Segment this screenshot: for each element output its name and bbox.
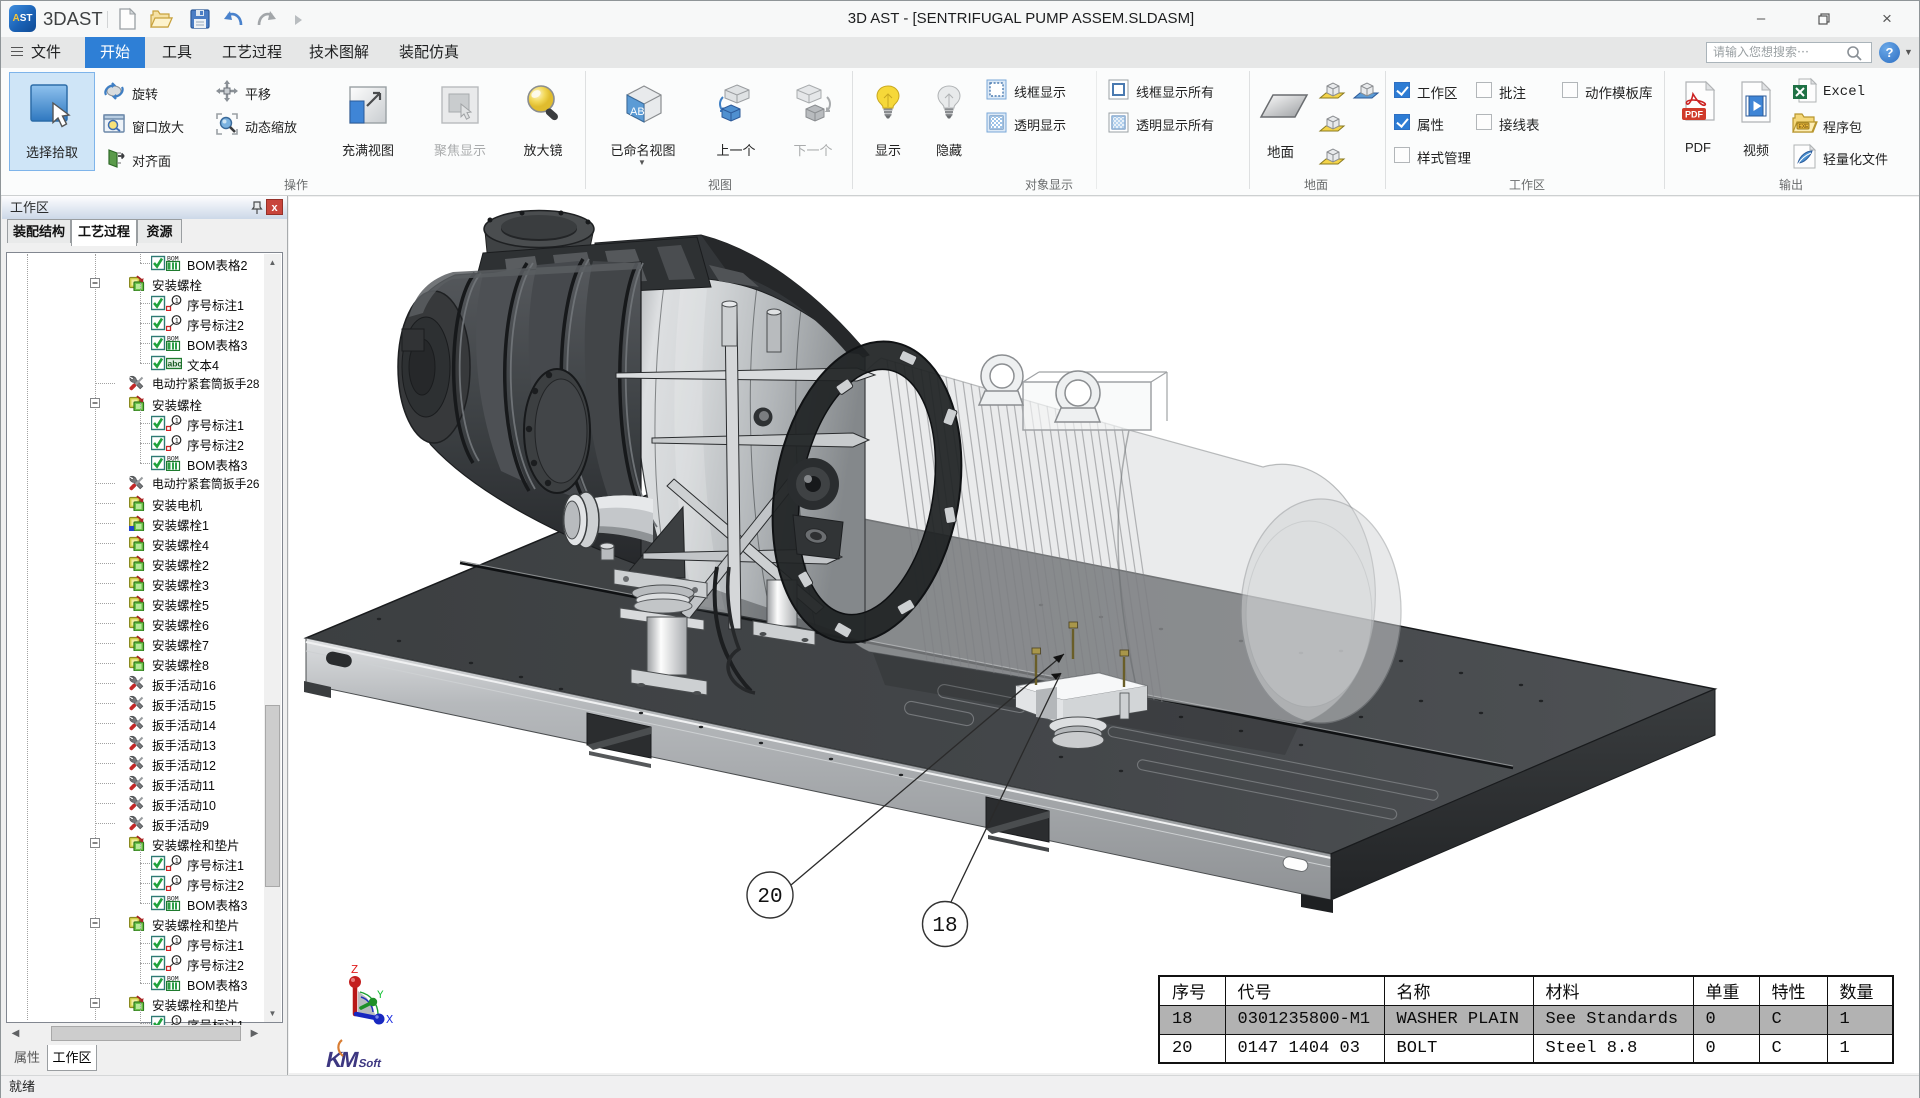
svg-text:18: 18 <box>932 915 957 938</box>
svg-text:1: 1 <box>175 1016 179 1025</box>
svg-text:1: 1 <box>175 316 179 325</box>
svg-text:X: X <box>386 1013 393 1027</box>
svg-text:AB: AB <box>630 106 645 118</box>
svg-text:Soft: Soft <box>357 1057 382 1070</box>
svg-text:1: 1 <box>175 876 179 885</box>
svg-text:1: 1 <box>175 436 179 445</box>
svg-text:PDF: PDF <box>1685 110 1704 120</box>
svg-text:1: 1 <box>175 956 179 965</box>
svg-text:KM: KM <box>324 1047 361 1072</box>
svg-text:Z: Z <box>351 963 358 977</box>
svg-text:1: 1 <box>175 856 179 865</box>
svg-text:EXE: EXE <box>1799 124 1810 130</box>
svg-text:20: 20 <box>757 886 782 909</box>
svg-text:1: 1 <box>175 296 179 305</box>
svg-text:Y: Y <box>377 990 384 1002</box>
svg-text:1: 1 <box>175 936 179 945</box>
svg-text:1: 1 <box>175 416 179 425</box>
svg-text:abc: abc <box>168 359 183 369</box>
